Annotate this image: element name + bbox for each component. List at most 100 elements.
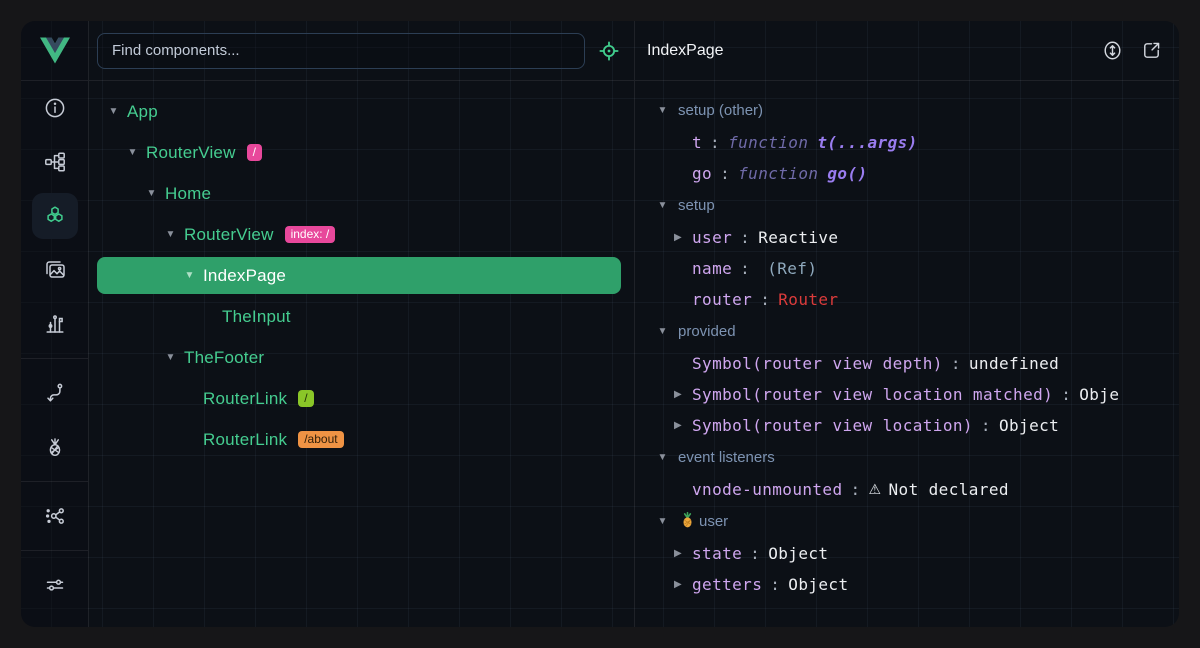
colon: : (740, 228, 750, 247)
tree-node-label: TheFooter (184, 348, 264, 368)
state-row[interactable]: t: function t(...args) (635, 127, 1179, 158)
state-row[interactable]: vnode-unmounted: ⚠ Not declared (635, 474, 1179, 505)
tree-node-label: RouterView (146, 143, 236, 163)
tree-node-thefooter[interactable]: ▼ TheFooter (89, 337, 634, 378)
tree-node-label: Home (165, 184, 211, 204)
state-value: Obje (1079, 385, 1119, 404)
sidebar-tab-components[interactable] (21, 189, 88, 243)
colon: : (851, 480, 861, 499)
sidebar-tab-assets[interactable] (21, 243, 88, 297)
state-row[interactable]: go: function go() (635, 158, 1179, 189)
sidebar-tab-overview[interactable] (21, 81, 88, 135)
state-key: vnode-unmounted (692, 480, 843, 499)
colon: : (760, 290, 770, 309)
state-key: router (692, 290, 752, 309)
state-value: Object (768, 544, 828, 563)
caret-down-icon: ▼ (655, 326, 670, 337)
section-label: provided (678, 323, 736, 340)
inspect-component-button[interactable] (598, 40, 620, 62)
tree-node-routerlink-about[interactable]: ▼ RouterLink /about (89, 419, 634, 460)
sidebar (21, 21, 88, 627)
find-components-input[interactable] (97, 33, 585, 69)
tree-node-theinput[interactable]: ▼ TheInput (89, 296, 634, 337)
caret-right-icon[interactable]: ▶ (674, 232, 692, 243)
section-setup-other: ▼ setup (other) t: function t(...args) g… (635, 94, 1179, 189)
caret-right-icon[interactable]: ▶ (674, 579, 692, 590)
sidebar-tab-timeline[interactable] (21, 297, 88, 351)
function-keyword: function (728, 133, 808, 152)
scroll-to-component-button[interactable] (1101, 39, 1124, 62)
section-header[interactable]: ▼ event listeners (635, 441, 1179, 474)
function-signature: t(...args) (817, 133, 917, 152)
vue-logo[interactable] (21, 21, 88, 81)
route-badge: / (298, 390, 313, 407)
tree-node-app[interactable]: ▼ App (89, 91, 634, 132)
state-row[interactable]: ▶ Symbol(router view location matched): … (635, 379, 1179, 410)
section-header[interactable]: ▼ setup (other) (635, 94, 1179, 127)
caret-right-icon[interactable]: ▶ (674, 548, 692, 559)
state-key: Symbol(router view location) (692, 416, 973, 435)
caret-down-icon[interactable]: ▼ (163, 352, 178, 363)
sidebar-tab-pinia[interactable] (21, 420, 88, 474)
route-badge: /about (298, 431, 343, 448)
section-event-listeners: ▼ event listeners vnode-unmounted: ⚠ Not… (635, 441, 1179, 505)
sidebar-tab-graph[interactable] (21, 489, 88, 543)
state-value-router: Router (778, 290, 838, 309)
tree-node-routerview-nested[interactable]: ▼ RouterView index: / (89, 214, 634, 255)
tree-node-label: TheInput (222, 307, 291, 327)
section-header[interactable]: ▼ setup (635, 189, 1179, 222)
caret-down-icon: ▼ (655, 105, 670, 116)
section-pinia-user: ▼ user ▶ state: Object (635, 505, 1179, 600)
inspected-component-title: IndexPage (647, 42, 1085, 60)
state-row[interactable]: ▶ Symbol(router view location): Object (635, 410, 1179, 441)
graph-nodes-icon (43, 504, 67, 528)
sidebar-tab-pages[interactable] (21, 135, 88, 189)
section-label: setup (678, 197, 715, 214)
state-key: name (692, 259, 732, 278)
caret-down-icon[interactable]: ▼ (125, 147, 140, 158)
section-setup: ▼ setup ▶ user: Reactive name: (Ref) rou… (635, 189, 1179, 315)
section-header[interactable]: ▼ user (635, 505, 1179, 538)
function-signature: go() (827, 164, 867, 183)
state-key: getters (692, 575, 762, 594)
caret-down-icon[interactable]: ▼ (144, 188, 159, 199)
state-row[interactable]: Symbol(router view depth): undefined (635, 348, 1179, 379)
caret-down-icon[interactable]: ▼ (163, 229, 178, 240)
open-in-editor-button[interactable] (1140, 39, 1163, 62)
caret-down-icon: ▼ (655, 200, 670, 211)
tree-node-home[interactable]: ▼ Home (89, 173, 634, 214)
tree-node-indexpage-selected[interactable]: ▼ IndexPage (97, 257, 621, 294)
sidebar-tab-router[interactable] (21, 366, 88, 420)
tree-node-label: App (127, 102, 158, 122)
state-row[interactable]: ▶ getters: Object (635, 569, 1179, 600)
pinia-store-icon (680, 511, 695, 533)
caret-down-icon[interactable]: ▼ (106, 106, 121, 117)
caret-down-icon: ▼ (655, 516, 670, 527)
sidebar-divider (21, 481, 88, 482)
state-row[interactable]: name: (Ref) (635, 253, 1179, 284)
state-row[interactable]: ▶ user: Reactive (635, 222, 1179, 253)
state-key: Symbol(router view location matched) (692, 385, 1053, 404)
sidebar-tab-settings[interactable] (21, 558, 88, 612)
caret-right-icon[interactable]: ▶ (674, 389, 692, 400)
settings-sliders-icon (43, 573, 67, 597)
colon: : (740, 259, 750, 278)
components-hexagons-icon (43, 204, 67, 228)
caret-down-icon[interactable]: ▼ (182, 270, 197, 281)
state-row[interactable]: router: Router (635, 284, 1179, 315)
tree-node-routerview[interactable]: ▼ RouterView / (89, 132, 634, 173)
tree-toolbar (89, 21, 634, 81)
state-key: go (692, 164, 712, 183)
tree-node-label: RouterView (184, 225, 274, 245)
component-tree: ▼ App ▼ RouterView / ▼ Home ▼ RouterView… (89, 81, 634, 460)
caret-right-icon[interactable]: ▶ (674, 420, 692, 431)
colon: : (951, 354, 961, 373)
section-header[interactable]: ▼ provided (635, 315, 1179, 348)
state-value: Not declared (889, 480, 1009, 499)
colon: : (770, 575, 780, 594)
state-value: undefined (969, 354, 1059, 373)
tree-node-routerlink-home[interactable]: ▼ RouterLink / (89, 378, 634, 419)
state-row[interactable]: ▶ state: Object (635, 538, 1179, 569)
state-value: Reactive (758, 228, 838, 247)
components-tree-panel: ▼ App ▼ RouterView / ▼ Home ▼ RouterView… (89, 21, 634, 627)
